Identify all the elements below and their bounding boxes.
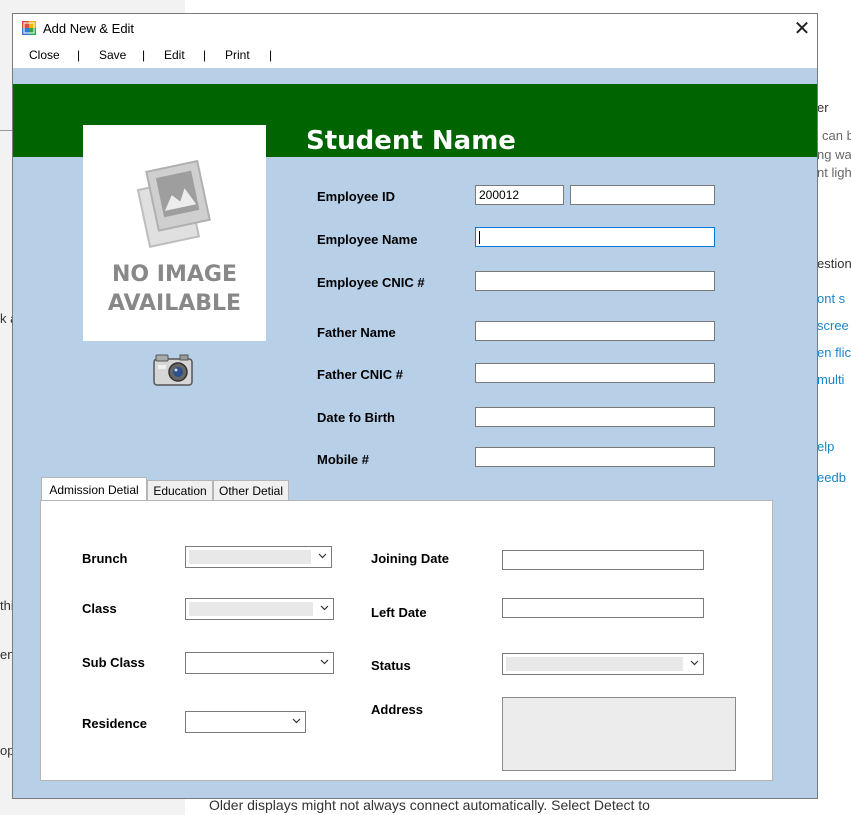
employee-cnic-field[interactable] <box>475 271 715 291</box>
joining-date-field[interactable] <box>502 550 704 570</box>
status-label: Status <box>371 658 411 673</box>
sub-class-dropdown[interactable] <box>185 652 334 674</box>
background-text: ng wa <box>817 147 851 162</box>
class-label: Class <box>82 601 117 616</box>
residence-dropdown[interactable] <box>185 711 306 733</box>
student-name-heading: Student Name <box>306 126 516 156</box>
menu-separator: | <box>142 48 146 62</box>
no-image-line: AVAILABLE <box>107 291 242 316</box>
dropdown-fill <box>189 602 313 616</box>
background-text: nt ligh <box>817 165 851 180</box>
student-photo[interactable]: NO IMAGE AVAILABLE <box>83 125 266 341</box>
no-image-line: NO IMAGE <box>112 262 237 287</box>
menu-edit[interactable]: Edit <box>164 48 185 62</box>
background-link[interactable]: elp <box>817 439 834 454</box>
background-link[interactable]: multi <box>817 372 844 387</box>
camera-icon[interactable] <box>152 351 194 387</box>
menu-separator: | <box>203 48 207 62</box>
chevron-down-icon <box>318 553 327 559</box>
status-dropdown[interactable] <box>502 653 704 675</box>
background-text: Older displays might not always connect … <box>209 797 650 813</box>
background-link[interactable]: ont s <box>817 291 845 306</box>
menu-bar: Close | Save | Edit | Print | <box>13 44 817 68</box>
background-link[interactable]: en flic <box>817 345 851 360</box>
brunch-label: Brunch <box>82 551 128 566</box>
app-icon <box>22 21 36 35</box>
tab-other-detial[interactable]: Other Detial <box>213 480 289 501</box>
add-edit-window: Add New & Edit ✕ Close | Save | Edit | P… <box>12 13 818 799</box>
residence-label: Residence <box>82 716 148 731</box>
tab-education[interactable]: Education <box>147 480 213 501</box>
joining-date-label: Joining Date <box>371 551 450 566</box>
address-label: Address <box>371 702 424 717</box>
window-title: Add New & Edit <box>43 21 135 36</box>
text-cursor <box>479 231 480 244</box>
tab-admission-detial[interactable]: Admission Detial <box>41 477 147 502</box>
background-link[interactable]: eedb <box>817 470 846 485</box>
dropdown-fill <box>506 657 683 671</box>
chevron-down-icon <box>292 718 301 724</box>
father-cnic-label: Father CNIC # <box>317 367 403 382</box>
menu-save[interactable]: Save <box>99 48 126 62</box>
background-link[interactable]: scree <box>817 318 849 333</box>
close-window-button[interactable]: ✕ <box>789 16 815 42</box>
employee-id-label: Employee ID <box>317 189 396 204</box>
left-date-label: Left Date <box>371 605 427 620</box>
dob-label: Date fo Birth <box>317 410 395 425</box>
brunch-dropdown[interactable] <box>185 546 332 568</box>
menu-separator: | <box>77 48 81 62</box>
employee-cnic-label: Employee CNIC # <box>317 275 425 290</box>
father-cnic-field[interactable] <box>475 363 715 383</box>
employee-id-extra-field[interactable] <box>570 185 715 205</box>
father-name-label: Father Name <box>317 325 396 340</box>
dropdown-fill <box>189 550 311 564</box>
chevron-down-icon <box>320 605 329 611</box>
mobile-label: Mobile # <box>317 452 370 467</box>
class-dropdown[interactable] <box>185 598 334 620</box>
title-bar[interactable]: Add New & Edit ✕ <box>13 14 817 44</box>
chevron-down-icon <box>320 659 329 665</box>
employee-name-field[interactable] <box>475 227 715 247</box>
employee-name-label: Employee Name <box>317 232 418 247</box>
menu-separator: | <box>269 48 273 62</box>
left-date-field[interactable] <box>502 598 704 618</box>
menu-print[interactable]: Print <box>225 48 250 62</box>
dob-field[interactable] <box>475 407 715 427</box>
image-placeholder-icon <box>136 159 211 248</box>
menu-close[interactable]: Close <box>29 48 60 62</box>
chevron-down-icon <box>690 660 699 666</box>
no-image-text: NO IMAGE AVAILABLE <box>83 260 266 318</box>
mobile-field[interactable] <box>475 447 715 467</box>
background-divider <box>0 100 12 131</box>
address-field[interactable] <box>502 697 736 771</box>
sub-class-label: Sub Class <box>82 655 145 670</box>
background-text: estion <box>817 256 851 271</box>
background-text: er <box>817 100 829 115</box>
background-text: can b <box>822 128 851 143</box>
father-name-field[interactable] <box>475 321 715 341</box>
employee-id-field[interactable]: 200012 <box>475 185 564 205</box>
